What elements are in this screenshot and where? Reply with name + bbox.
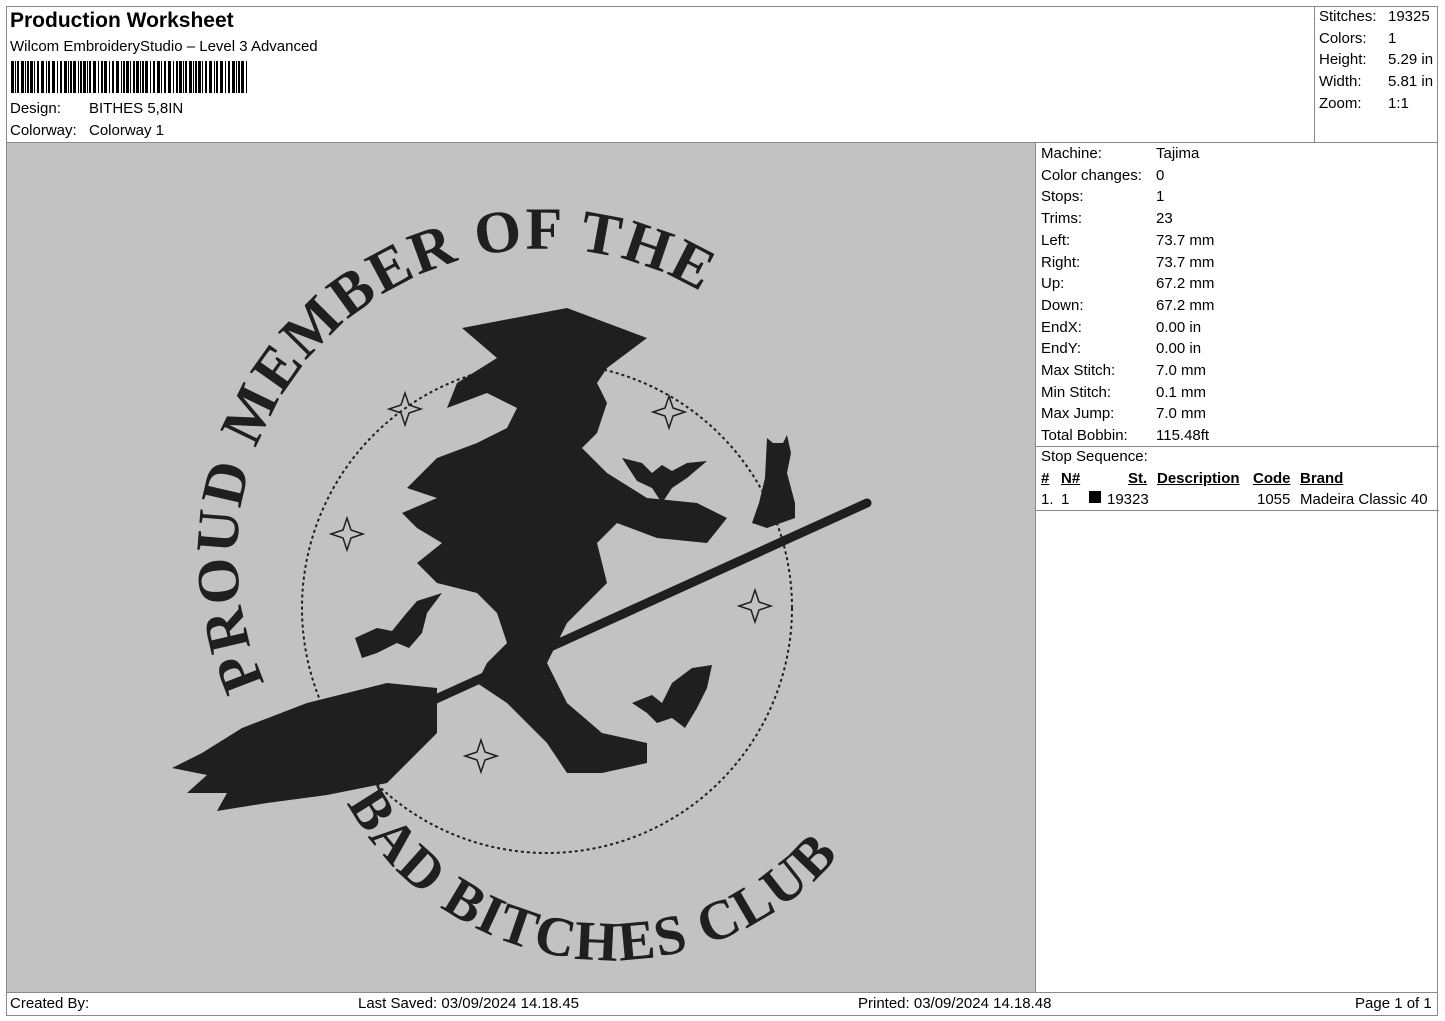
design-row: Design: BITHES 5,8IN — [10, 100, 183, 117]
machine-row-label: Up: — [1041, 275, 1065, 293]
machine-row: Max Jump: 7.0 mm — [1041, 405, 1206, 422]
stat-colors: Colors: 1 — [1319, 30, 1397, 47]
machine-row-value: Tajima — [1156, 145, 1200, 162]
barcode — [11, 61, 247, 93]
footer-divider — [6, 992, 1438, 993]
worksheet-header: Production Worksheet Wilcom EmbroiderySt… — [6, 6, 1315, 143]
design-preview[interactable]: PROUD MEMBER OF THE BAD BITCHES CLUB — [7, 143, 1035, 992]
seq-row-brand: Madeira Classic 40 — [1300, 491, 1428, 508]
bat-icon — [632, 665, 712, 728]
machine-row-label: Right: — [1041, 253, 1081, 271]
machine-row-label: Min Stitch: — [1041, 383, 1112, 401]
machine-row: Trims: 23 — [1041, 210, 1173, 227]
machine-row-value: 67.2 mm — [1156, 275, 1215, 293]
stop-sequence-title: Stop Sequence: — [1041, 448, 1148, 465]
seq-row-code: 1055 — [1257, 491, 1291, 508]
colorway-value: Colorway 1 — [89, 122, 165, 139]
machine-row: Min Stitch: 0.1 mm — [1041, 384, 1206, 401]
stat-zoom: Zoom: 1:1 — [1319, 95, 1409, 112]
machine-row: Left: 73.7 mm — [1041, 232, 1214, 249]
col-header-description: Description — [1157, 470, 1240, 487]
panel-divider — [1036, 446, 1439, 447]
machine-row-label: Down: — [1041, 296, 1084, 314]
machine-row-label: Color changes: — [1041, 166, 1142, 184]
machine-row: Right: 73.7 mm — [1041, 254, 1214, 271]
page-number: Page 1 of 1 — [1355, 995, 1432, 1012]
machine-row-value: 7.0 mm — [1156, 405, 1207, 423]
design-label: Design: — [10, 100, 61, 117]
seq-row-stitches: 19323 — [1107, 491, 1149, 508]
machine-row: Up: 67.2 mm — [1041, 275, 1214, 292]
machine-row: EndY: 0.00 in — [1041, 340, 1201, 357]
machine-row-value: 0 — [1156, 166, 1165, 184]
machine-row-label: Trims: — [1041, 210, 1083, 228]
machine-row: Max Stitch: 7.0 mm — [1041, 362, 1206, 379]
col-header-stitches: St. — [1128, 470, 1148, 487]
seq-row-needle: 1 — [1061, 491, 1070, 508]
last-saved: Last Saved: 03/09/2024 14.18.45 — [358, 995, 580, 1012]
machine-row-value: 0.00 in — [1156, 340, 1202, 358]
machine-row-label: EndY: — [1041, 340, 1082, 358]
machine-row-value: 73.7 mm — [1156, 253, 1215, 271]
col-header-needle: N# — [1061, 470, 1081, 487]
stat-stitches: Stitches: 19325 — [1319, 8, 1430, 25]
machine-row-value: 115.48ft — [1156, 427, 1210, 445]
machine-row-value: 0.00 in — [1156, 318, 1202, 336]
seq-row-index: 1. — [1041, 491, 1054, 508]
machine-row-label: EndX: — [1041, 318, 1082, 336]
machine-row-value: 73.7 mm — [1156, 231, 1215, 249]
page-title: Production Worksheet — [10, 9, 234, 32]
machine-row-label: Left: — [1041, 231, 1071, 249]
machine-row: Total Bobbin: 115.48ft — [1041, 427, 1209, 444]
design-stats: Stitches: 19325 Colors: 1 Height: 5.29 in W… — [1314, 6, 1438, 143]
machine-row: Stops: 1 — [1041, 188, 1164, 205]
machine-row: Color changes: 0 — [1041, 167, 1164, 184]
thread-color-swatch — [1089, 491, 1101, 503]
machine-row-value: 67.2 mm — [1156, 296, 1215, 314]
sequence-divider — [1036, 510, 1439, 511]
design-text-top: PROUD MEMBER OF THE — [183, 196, 727, 703]
machine-row-label: Stops: — [1041, 188, 1084, 206]
machine-row: Machine: Tajima — [1041, 145, 1199, 162]
machine-row: EndX: 0.00 in — [1041, 319, 1201, 336]
stat-height: Height: 5.29 in — [1319, 51, 1434, 68]
software-name: Wilcom EmbroideryStudio – Level 3 Advanc… — [10, 38, 318, 55]
col-header-brand: Brand — [1300, 470, 1344, 487]
machine-row-value: 1 — [1156, 188, 1165, 206]
colorway-label: Colorway: — [10, 122, 77, 139]
stat-width: Width: 5.81 in — [1319, 73, 1434, 90]
design-text-bottom: BAD BITCHES CLUB — [335, 777, 849, 974]
machine-row-label: Max Jump: — [1041, 405, 1115, 423]
cat-silhouette — [752, 435, 795, 528]
col-header-code: Code — [1253, 470, 1291, 487]
design-value: BITHES 5,8IN — [89, 100, 184, 117]
bat-icon — [355, 593, 442, 658]
broom-bristles — [172, 683, 437, 811]
created-by: Created By: — [10, 995, 90, 1012]
colorway-row: Colorway: Colorway 1 — [10, 122, 164, 139]
machine-row-value: 0.1 mm — [1156, 383, 1207, 401]
embroidery-design: PROUD MEMBER OF THE BAD BITCHES CLUB — [172, 196, 872, 974]
machine-info-panel: Machine: Tajima Color changes: 0 Stops: 1 Trim… — [1035, 143, 1439, 992]
machine-row-label: Machine: — [1041, 145, 1102, 162]
machine-row-label: Total Bobbin: — [1041, 427, 1128, 445]
machine-row-label: Max Stitch: — [1041, 362, 1116, 379]
col-header-index: # — [1041, 470, 1050, 487]
machine-row-value: 23 — [1156, 210, 1173, 228]
machine-row-value: 7.0 mm — [1156, 362, 1207, 379]
machine-row: Down: 67.2 mm — [1041, 297, 1214, 314]
printed-date: Printed: 03/09/2024 14.18.48 — [858, 995, 1052, 1012]
